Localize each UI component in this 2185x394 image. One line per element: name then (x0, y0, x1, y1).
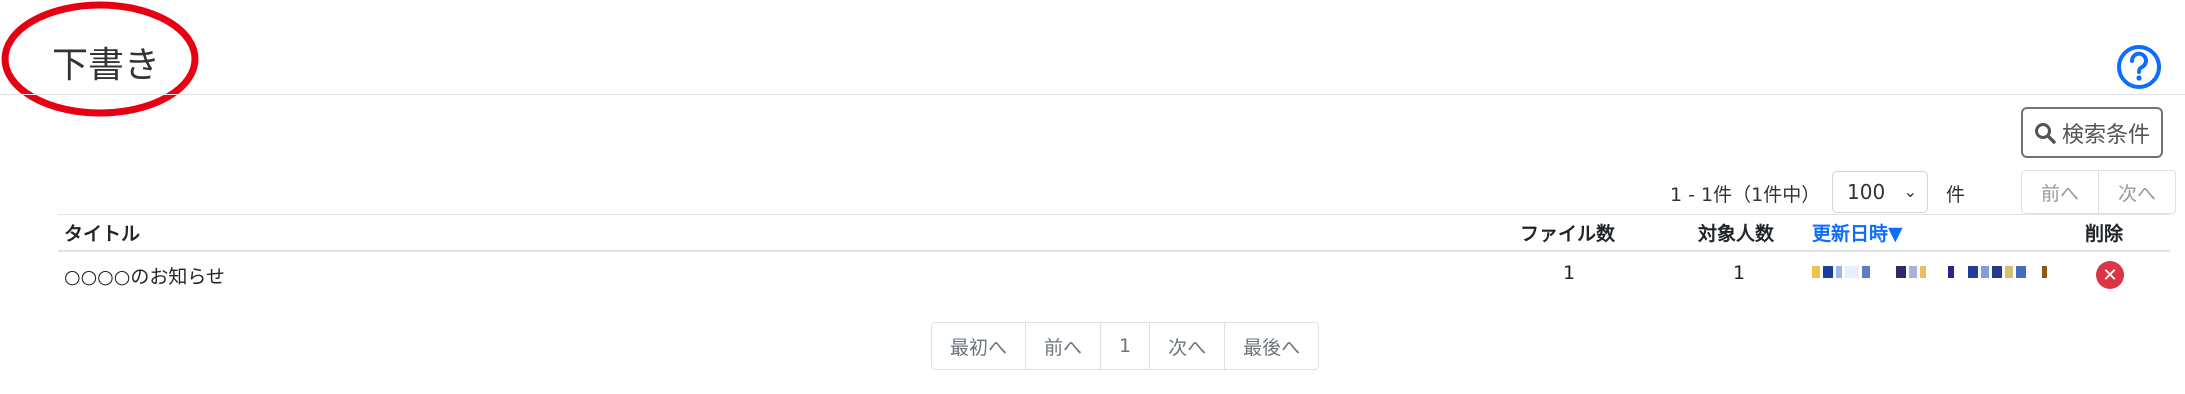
column-header-updated-sort[interactable]: 更新日時▼ (1812, 219, 1903, 246)
top-next-button[interactable]: 次へ (2098, 171, 2175, 213)
search-conditions-label: 検索条件 (2061, 122, 2150, 148)
top-prev-button[interactable]: 前へ (2022, 171, 2098, 213)
last-page-button[interactable]: 最後へ (1224, 323, 1318, 369)
next-page-button[interactable]: 次へ (1149, 323, 1224, 369)
top-pager: 前へ 次へ (2021, 170, 2176, 214)
table-top-border (58, 214, 2170, 215)
chevron-down-icon: ⌄ (1903, 182, 1917, 201)
column-header-recipients: 対象人数 (1698, 223, 1775, 245)
bottom-pager: 最初へ 前へ 1 次へ 最後へ (931, 322, 1320, 370)
current-page[interactable]: 1 (1100, 323, 1149, 369)
column-header-delete: 削除 (2085, 223, 2124, 245)
help-icon[interactable] (2116, 44, 2162, 90)
column-header-file-count: ファイル数 (1520, 223, 1616, 245)
page-title: 下書き (52, 45, 161, 86)
row-updated-redacted (1812, 266, 2047, 278)
table-header-border (58, 250, 2170, 252)
per-page-select[interactable]: 100 ⌄ (1832, 171, 1928, 213)
result-count: 1 - 1件（1件中） (1670, 184, 1821, 206)
per-page-unit: 件 (1946, 184, 1966, 206)
header-divider (0, 94, 2185, 95)
column-header-title: タイトル (64, 223, 141, 245)
search-icon (2034, 122, 2056, 144)
search-conditions-button[interactable]: 検索条件 (2021, 107, 2163, 158)
per-page-value: 100 (1847, 180, 1886, 204)
prev-page-button[interactable]: 前へ (1025, 323, 1100, 369)
row-title[interactable]: ○○○○のお知らせ (64, 262, 225, 289)
row-file-count: 1 (1563, 262, 1576, 284)
delete-icon[interactable]: ✕ (2096, 261, 2124, 289)
row-recipients: 1 (1733, 262, 1746, 284)
first-page-button[interactable]: 最初へ (932, 323, 1025, 369)
